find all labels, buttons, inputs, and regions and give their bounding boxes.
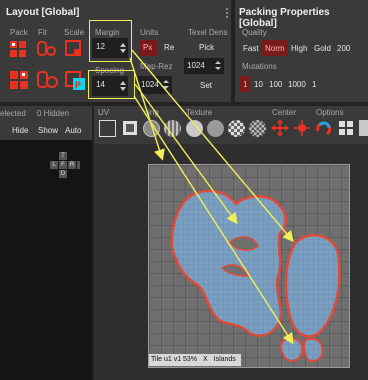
quality-options: Fast Norm High Gold 200 bbox=[240, 40, 368, 56]
pack-label: Pack bbox=[10, 28, 28, 37]
view-cube-front[interactable]: F bbox=[59, 161, 67, 169]
quality-count-value[interactable]: 200 bbox=[337, 44, 350, 53]
scale-selected-icon[interactable]: P bbox=[65, 70, 87, 92]
uv-islands bbox=[170, 189, 341, 362]
spacing-highlight-box bbox=[88, 70, 135, 99]
layout-panel-title: Layout [Global] bbox=[6, 7, 80, 18]
texture-checker-sphere-2-icon[interactable] bbox=[249, 120, 266, 137]
quality-norm-button[interactable]: Norm bbox=[262, 40, 288, 56]
texture-checker-sphere-icon[interactable] bbox=[228, 120, 245, 137]
layout-panel-grip-icon bbox=[226, 8, 228, 18]
map-rez-value: 1024 bbox=[141, 80, 159, 89]
uv-island-small-1[interactable] bbox=[280, 337, 304, 362]
margin-highlight-box bbox=[89, 20, 132, 62]
options-more-icon[interactable] bbox=[359, 120, 368, 136]
units-label: Units bbox=[140, 28, 159, 37]
quality-label: Quality bbox=[242, 28, 267, 37]
mutations-options: 1 10 100 1000 1 bbox=[240, 76, 368, 92]
uv-options-label: Options bbox=[316, 108, 344, 117]
view-cube-back[interactable]: B bbox=[77, 161, 80, 169]
texel-value: 1024 bbox=[187, 61, 205, 70]
uv-island-right[interactable] bbox=[284, 234, 341, 338]
quality-high-button[interactable]: High bbox=[291, 44, 307, 53]
show-button[interactable]: Show bbox=[38, 126, 58, 135]
center-pivot-icon[interactable] bbox=[293, 119, 311, 137]
uv-texture-label: Texture bbox=[186, 108, 213, 117]
status-x-label[interactable]: X bbox=[203, 356, 208, 363]
svg-text:P: P bbox=[75, 80, 81, 90]
scale-label: Scale bbox=[64, 28, 85, 37]
units-px-button[interactable]: Px bbox=[140, 40, 157, 56]
units-px-label: Px bbox=[143, 43, 153, 52]
view-cube-top[interactable]: T bbox=[59, 152, 67, 160]
status-islands-label: Islands bbox=[213, 356, 236, 363]
texel-pick-button[interactable]: Pick bbox=[199, 43, 214, 52]
map-rez-dropdown-icon[interactable] bbox=[163, 78, 170, 92]
texel-dropdown-icon[interactable] bbox=[215, 60, 222, 72]
options-rotate-icon[interactable] bbox=[315, 119, 333, 137]
fit-selected-icon[interactable] bbox=[37, 70, 59, 92]
fit-islands-icon[interactable] bbox=[37, 40, 57, 60]
packing-panel-title: Packing Properties [Global] bbox=[239, 7, 330, 29]
left-3d-panel bbox=[0, 106, 92, 380]
mutations-10-button[interactable]: 10 bbox=[254, 80, 263, 89]
mutations-1-button[interactable]: 1 bbox=[240, 76, 251, 92]
selected-count-label: elected bbox=[0, 109, 26, 118]
auto-button[interactable]: Auto bbox=[65, 126, 81, 135]
uv-label: UV bbox=[98, 108, 110, 117]
tile-status-text: Tile u1 v1 53% bbox=[151, 356, 198, 363]
uv-island-main[interactable] bbox=[170, 189, 287, 337]
view-cube[interactable]: T L F R B D bbox=[50, 152, 80, 186]
units-re-button[interactable]: Re bbox=[164, 43, 174, 52]
uv-center-label: Center bbox=[272, 108, 297, 117]
mutations-100-button[interactable]: 100 bbox=[269, 80, 282, 89]
uv-frame-icon[interactable] bbox=[99, 120, 116, 137]
hide-button[interactable]: Hide bbox=[12, 126, 28, 135]
mutations-custom-value[interactable]: 1 bbox=[312, 80, 316, 89]
view-cube-right[interactable]: R bbox=[68, 161, 76, 169]
hidden-count-label: 0 Hidden bbox=[37, 109, 70, 118]
scale-islands-icon[interactable] bbox=[65, 40, 85, 60]
mutations-1000-button[interactable]: 1000 bbox=[288, 80, 306, 89]
pack-selected-icon[interactable] bbox=[9, 70, 31, 92]
options-grid-icon[interactable] bbox=[337, 119, 355, 137]
map-rez-label: Map-Rez bbox=[140, 62, 173, 71]
texel-dens-label: Texel Dens bbox=[188, 28, 228, 37]
texture-solid-sphere-icon[interactable] bbox=[186, 120, 203, 137]
viewport-status-bar: Tile u1 v1 53% X Islands bbox=[149, 354, 241, 366]
texture-grid-sphere-icon[interactable] bbox=[164, 120, 181, 137]
texture-checker-icon[interactable] bbox=[143, 120, 160, 137]
pack-islands-icon[interactable] bbox=[9, 40, 29, 60]
texel-set-button[interactable]: Set bbox=[200, 81, 212, 90]
quality-gold-button[interactable]: Gold bbox=[314, 44, 331, 53]
mutations-label: Mutations bbox=[242, 62, 277, 71]
quality-fast-button[interactable]: Fast bbox=[243, 44, 259, 53]
center-move-icon[interactable] bbox=[271, 119, 289, 137]
uv-island-small-2[interactable] bbox=[303, 337, 324, 362]
uv-spacing-label: cing bbox=[144, 108, 159, 117]
mutations-1-label: 1 bbox=[243, 80, 248, 89]
view-cube-left[interactable]: L bbox=[50, 161, 58, 169]
units-re-label: Re bbox=[164, 43, 175, 52]
uv-select-box-icon[interactable] bbox=[121, 119, 139, 137]
view-cube-bottom[interactable]: D bbox=[59, 170, 67, 178]
fit-label: Fit bbox=[38, 28, 47, 37]
quality-norm-label: Norm bbox=[265, 44, 285, 53]
texture-ball-icon[interactable] bbox=[207, 120, 224, 137]
